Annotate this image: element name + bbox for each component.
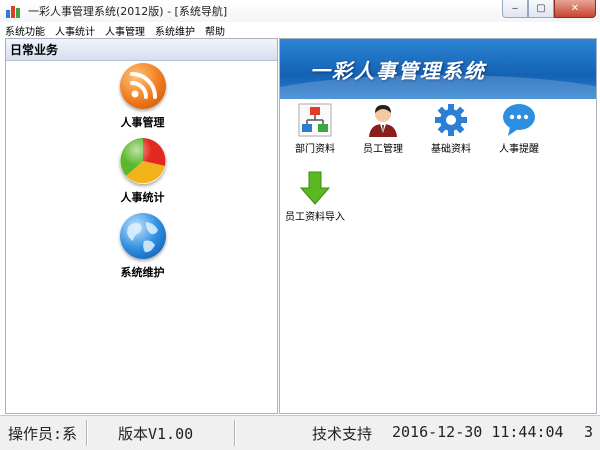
tool-label: 基础资料	[431, 144, 471, 155]
nav-hr-statistics[interactable]: 人事统计	[6, 138, 279, 205]
nav-hr-management[interactable]: 人事管理	[6, 63, 279, 130]
status-support: 技术支持	[312, 425, 373, 443]
status-datetime: 2016-12-30 11:44:04	[392, 423, 564, 441]
maximize-button[interactable]: ▢	[528, 0, 554, 18]
rss-icon	[119, 63, 166, 109]
tool-basic-info[interactable]: 基础资料	[416, 103, 486, 155]
menu-system-functions[interactable]: 系统功能	[0, 23, 50, 38]
down-arrow-icon	[298, 171, 332, 205]
tool-label: 员工管理	[363, 144, 403, 155]
gear-icon	[434, 103, 468, 137]
banner-title: 一彩人事管理系统	[310, 59, 486, 83]
tool-hr-reminder[interactable]: 人事提醒	[484, 103, 554, 155]
nav-system-maintenance[interactable]: 系统维护	[6, 213, 279, 280]
menu-hr-statistics[interactable]: 人事统计	[50, 23, 100, 38]
globe-icon	[119, 213, 166, 259]
pie-chart-icon	[119, 138, 166, 184]
status-version: 版本V1.00	[118, 425, 194, 443]
tool-label: 员工资料导入	[285, 212, 345, 223]
person-icon	[366, 103, 400, 137]
panel-header: 日常业务	[6, 39, 277, 61]
title-bar[interactable]: 一彩人事管理系统(2012版) - [系统导航] ‒ ▢ ✕	[0, 0, 600, 22]
org-chart-icon	[298, 103, 332, 137]
window-controls: ‒ ▢ ✕	[502, 0, 596, 18]
tool-employee-import[interactable]: 员工资料导入	[280, 171, 350, 223]
minimize-button[interactable]: ‒	[502, 0, 528, 18]
menu-hr-management[interactable]: 人事管理	[100, 23, 150, 38]
nav-label: 人事统计	[120, 191, 165, 204]
status-separator	[86, 420, 88, 446]
menu-system-maintenance[interactable]: 系统维护	[150, 23, 200, 38]
close-button[interactable]: ✕	[554, 0, 596, 18]
tool-employee-management[interactable]: 员工管理	[348, 103, 418, 155]
tool-label: 部门资料	[295, 144, 335, 155]
status-separator	[234, 420, 236, 446]
window-title: 一彩人事管理系统(2012版) - [系统导航]	[28, 5, 228, 18]
status-extra: 3	[584, 423, 594, 441]
tool-label: 人事提醒	[499, 144, 539, 155]
chat-bubble-icon	[502, 103, 536, 137]
tool-department-info[interactable]: 部门资料	[280, 103, 350, 155]
nav-label: 人事管理	[120, 116, 165, 129]
status-operator: 操作员:系	[8, 425, 78, 443]
daily-business-panel: 日常业务 人事管理 人事统计 系统维护	[5, 38, 278, 414]
function-panel: 一彩人事管理系统 部门资料 员工管理 基础资料 人事提醒 员工资料导入	[279, 38, 597, 414]
system-banner: 一彩人事管理系统	[280, 39, 596, 99]
nav-label: 系统维护	[120, 266, 165, 279]
app-icon	[6, 4, 20, 18]
menu-bar: 系统功能 人事统计 人事管理 系统维护 帮助	[0, 22, 600, 38]
status-bar: 操作员:系 版本V1.00 技术支持 2016-12-30 11:44:04 3	[0, 415, 600, 450]
menu-help[interactable]: 帮助	[200, 23, 230, 38]
